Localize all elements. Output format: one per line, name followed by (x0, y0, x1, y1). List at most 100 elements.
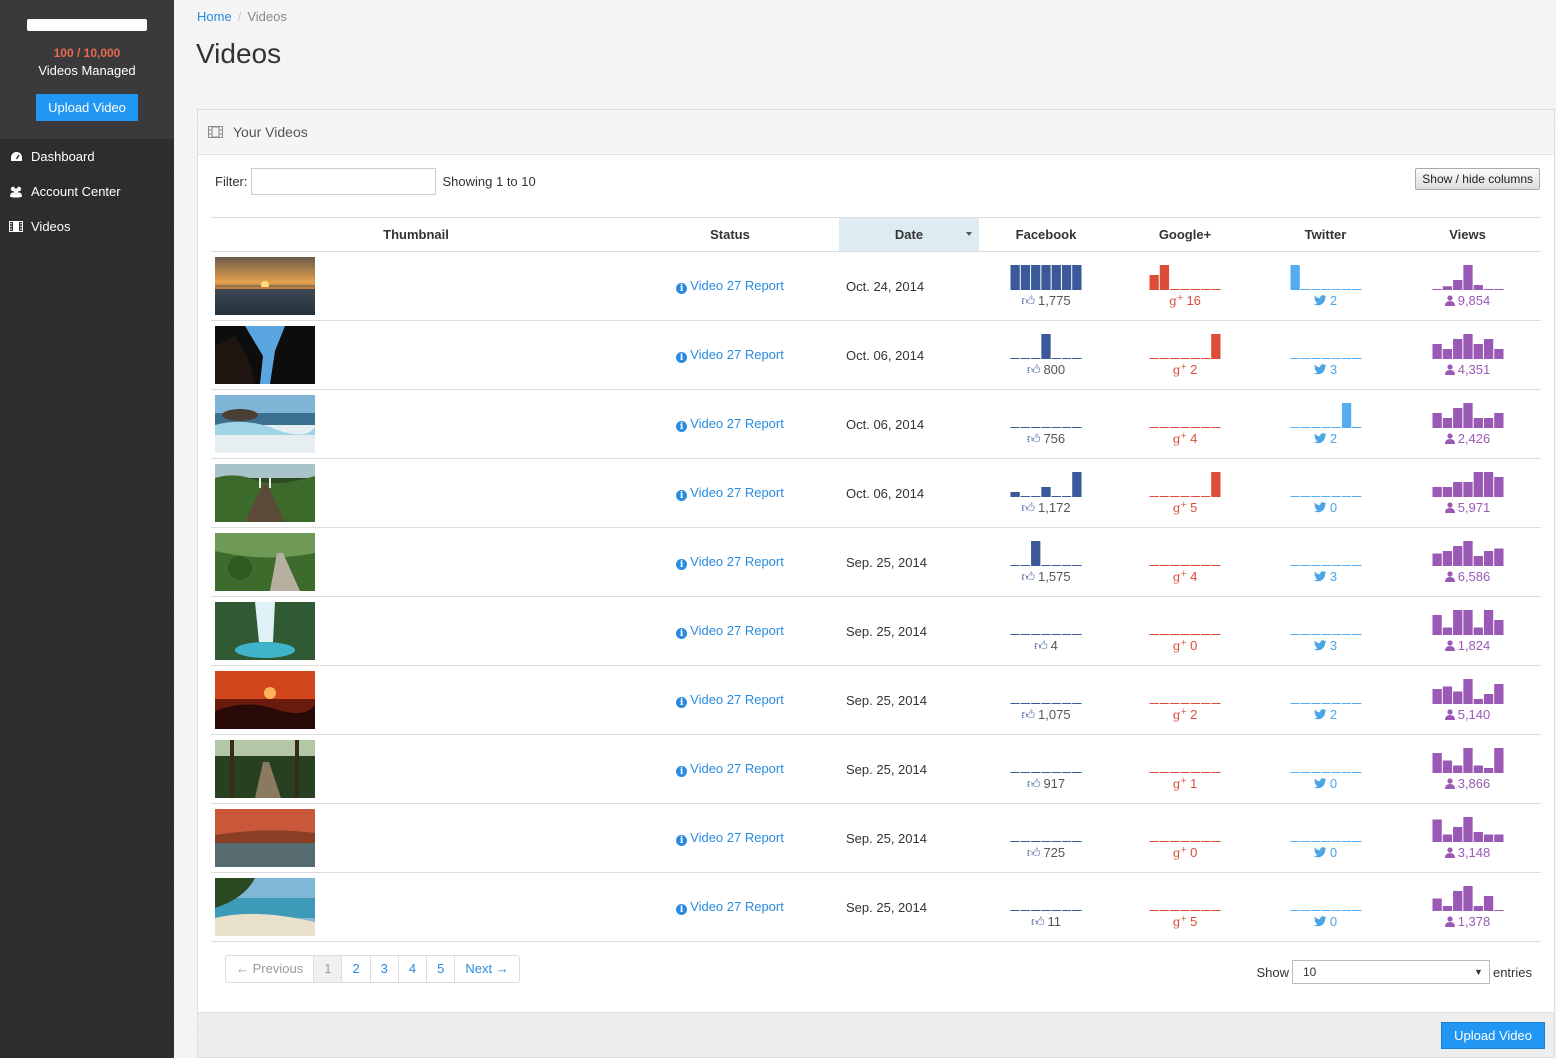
twitter-bird-icon (1313, 777, 1327, 788)
column-header-twitter[interactable]: Twitter (1257, 217, 1394, 252)
twitter-count-wrap: 0 (1313, 500, 1337, 515)
table-row[interactable]: i Video 27 Report Oct. 06, 2014 👍︎ 800 g+ 2… (211, 320, 1541, 390)
pagination-page-5[interactable]: 5 (426, 956, 455, 982)
google-plus-icon: g+ (1172, 707, 1188, 722)
pagination-page-3[interactable]: 3 (369, 956, 398, 982)
video-report-link[interactable]: Video 27 Report (690, 278, 784, 293)
spark-baseline (1170, 289, 1180, 290)
spark-bar (1452, 826, 1462, 842)
twitter-sparkline (1290, 264, 1361, 290)
spark-baseline (1180, 772, 1190, 773)
video-report-link[interactable]: Video 27 Report (690, 347, 784, 362)
twitter-sparkline (1290, 909, 1361, 911)
spark-baseline (1031, 426, 1041, 428)
spark-baseline (1051, 702, 1061, 704)
table-row[interactable]: i Video 27 Report Oct. 06, 2014 👍︎ 1,172 g… (211, 458, 1541, 528)
user-icon (1444, 777, 1455, 789)
table-row[interactable]: i Video 27 Report Oct. 06, 2014 👍︎ 756 g+ 4… (211, 389, 1541, 459)
views-count-wrap: 1,824 (1444, 638, 1490, 653)
video-thumbnail[interactable] (215, 464, 315, 522)
twitter-count-wrap: 2 (1313, 707, 1337, 722)
column-header-status[interactable]: Status (621, 217, 839, 252)
spark-baseline (1300, 564, 1310, 566)
table-row[interactable]: i Video 27 Report Sep. 25, 2014 👍︎ 917 g+ 1… (211, 734, 1541, 804)
video-report-link[interactable]: Video 27 Report (690, 416, 784, 431)
spark-baseline (1331, 840, 1341, 842)
column-header-facebook[interactable]: Facebook (979, 217, 1113, 252)
thumbnail-cell (211, 251, 621, 321)
twitter-count: 0 (1329, 913, 1338, 929)
date-cell: Sep. 25, 2014 (839, 665, 979, 735)
facebook-cell: 👍︎ 1,575 (979, 527, 1113, 597)
video-report-link[interactable]: Video 27 Report (690, 485, 784, 500)
spark-baseline (1320, 495, 1331, 497)
pagination-page-4[interactable]: 4 (397, 956, 427, 982)
video-report-link[interactable]: Video 27 Report (690, 623, 784, 638)
video-thumbnail[interactable] (215, 395, 315, 453)
video-report-link[interactable]: Video 27 Report (690, 830, 784, 845)
table-row[interactable]: i Video 27 Report Sep. 25, 2014 👍︎ 4 g+ 0 3… (211, 596, 1541, 666)
video-report-link[interactable]: Video 27 Report (690, 554, 784, 569)
table-row[interactable]: i Video 27 Report Sep. 25, 2014 👍︎ 725 g+ 0… (211, 803, 1541, 873)
page-length-value: 10 (1302, 965, 1317, 979)
footer-upload-video-button[interactable]: Upload Video (1441, 1022, 1545, 1049)
views-count: 5,140 (1457, 706, 1491, 722)
table-row[interactable]: i Video 27 Report Sep. 25, 2014 👍︎ 11 g+ 5 … (211, 872, 1541, 942)
views-count: 3,148 (1457, 844, 1491, 860)
page-length-select[interactable]: 10 ▼ (1291, 960, 1490, 984)
column-header-thumbnail[interactable]: Thumbnail (211, 217, 621, 252)
video-report-link[interactable]: Video 27 Report (690, 761, 784, 776)
main-content: Home / Videos Videos Your Videos Filter: S… (174, 0, 1556, 1058)
show-hide-columns-button[interactable]: Show / hide columns (1415, 168, 1540, 190)
video-thumbnail[interactable] (215, 602, 315, 660)
spark-baseline (1200, 358, 1211, 359)
sidebar-item-dashboard[interactable]: Dashboard (0, 139, 174, 174)
table-row[interactable]: i Video 27 Report Oct. 24, 2014 👍︎ 1,775 g… (211, 251, 1541, 321)
video-thumbnail[interactable] (215, 809, 315, 867)
spark-baseline (1200, 634, 1211, 635)
spark-baseline (1300, 909, 1310, 911)
video-thumbnail[interactable] (215, 326, 315, 384)
spark-bar (1483, 767, 1493, 773)
pagination-previous[interactable]: ← Previous (226, 956, 314, 982)
spark-bar (1473, 765, 1483, 773)
spark-bar (1442, 834, 1452, 842)
video-thumbnail[interactable] (215, 671, 315, 729)
column-header-date-label: Date (894, 227, 924, 242)
spark-baseline (1180, 565, 1190, 566)
spark-baseline (1061, 495, 1072, 497)
video-thumbnail[interactable] (215, 533, 315, 591)
spark-bar (1442, 686, 1452, 704)
video-thumbnail[interactable] (215, 878, 315, 936)
facebook-likes: 👍︎ 917 (1027, 776, 1065, 792)
table-row[interactable]: i Video 27 Report Sep. 25, 2014 👍︎ 1,575 g… (211, 527, 1541, 597)
column-header-date[interactable]: Date (839, 217, 979, 252)
spark-baseline (1072, 702, 1082, 704)
upload-video-button[interactable]: Upload Video (36, 94, 138, 121)
column-header-views[interactable]: Views (1394, 217, 1541, 252)
pagination-page-2[interactable]: 2 (341, 956, 370, 982)
spark-baseline (1072, 909, 1082, 911)
table-row[interactable]: i Video 27 Report Sep. 25, 2014 👍︎ 1,075 g… (211, 665, 1541, 735)
status-cell: i Video 27 Report (621, 665, 839, 735)
video-report-link[interactable]: Video 27 Report (690, 899, 784, 914)
pagination-next[interactable]: Next → (454, 956, 519, 982)
filter-input[interactable] (250, 168, 436, 195)
spark-baseline (1310, 426, 1320, 428)
breadcrumb-home-link[interactable]: Home (197, 9, 232, 24)
facebook-likes: 👍︎ 756 (1027, 431, 1065, 447)
sidebar-item-account-center[interactable]: Account Center (0, 174, 174, 209)
thumbnail-cell (211, 527, 621, 597)
sidebar-item-videos[interactable]: Videos (0, 209, 174, 244)
video-report-link[interactable]: Video 27 Report (690, 692, 784, 707)
video-thumbnail[interactable] (215, 740, 315, 798)
video-thumbnail[interactable] (215, 257, 315, 315)
pagination-page-1[interactable]: 1 (313, 956, 342, 982)
twitter-sparkline (1290, 633, 1361, 635)
dashboard-icon (9, 151, 23, 163)
column-header-google[interactable]: Google+ (1113, 217, 1257, 252)
thumbnail-cell (211, 320, 621, 390)
twitter-cell: 3 (1257, 596, 1394, 666)
spark-baseline (1031, 840, 1041, 842)
views-count-wrap: 4,351 (1444, 362, 1490, 377)
